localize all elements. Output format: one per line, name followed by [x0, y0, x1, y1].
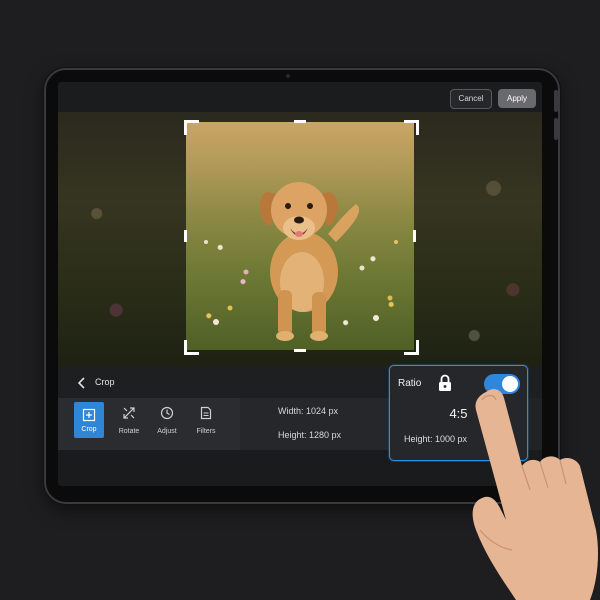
crop-handle-top-left[interactable] — [184, 120, 199, 135]
crop-handle-top-right[interactable] — [404, 120, 419, 135]
pointing-hand — [472, 389, 598, 600]
width-value: Width: 1024 px — [278, 406, 339, 416]
tool-rotate-label: Rotate — [118, 428, 140, 435]
crop-handle-bottom[interactable] — [294, 349, 306, 352]
tool-crop[interactable]: Crop — [74, 402, 104, 438]
cancel-button[interactable]: Cancel — [450, 89, 492, 109]
crop-region-photo[interactable] — [186, 122, 414, 350]
tool-filters[interactable]: Filters — [191, 402, 221, 436]
camera-dot — [286, 74, 290, 78]
dog-illustration — [204, 182, 398, 341]
back-chevron-icon[interactable] — [78, 377, 86, 389]
crop-icon — [82, 408, 96, 422]
tool-adjust[interactable]: Adjust — [152, 402, 182, 436]
tablet-side-button — [554, 118, 558, 140]
crop-handle-bottom-right[interactable] — [404, 340, 419, 355]
tablet-side-button — [554, 90, 558, 112]
editor-topbar: Cancel Apply — [58, 82, 542, 112]
height-value: Height: 1280 px — [278, 430, 342, 440]
apply-button[interactable]: Apply — [498, 89, 536, 108]
panel-title: Crop — [95, 377, 115, 387]
tool-rotate[interactable]: Rotate — [114, 402, 144, 436]
dimensions-panel: Width: 1024 px Height: 1280 px — [240, 398, 390, 450]
crop-handle-left[interactable] — [184, 230, 187, 242]
lock-icon — [439, 374, 451, 391]
crop-handle-top[interactable] — [294, 120, 306, 123]
filters-icon — [200, 406, 212, 420]
crop-handle-bottom-left[interactable] — [184, 340, 199, 355]
tool-bar: Crop Rotate Adjust Filters — [58, 398, 240, 450]
crop-handle-right[interactable] — [413, 230, 416, 242]
tool-adjust-label: Adjust — [157, 428, 177, 435]
ratio-title: Ratio — [398, 378, 422, 389]
ratio-height-value: Height: 1000 px — [404, 434, 468, 444]
adjust-icon — [160, 406, 174, 420]
photo-canvas[interactable] — [58, 112, 542, 366]
tool-filters-label: Filters — [196, 428, 216, 435]
rotate-icon — [123, 407, 135, 419]
tool-crop-label: Crop — [81, 426, 97, 433]
